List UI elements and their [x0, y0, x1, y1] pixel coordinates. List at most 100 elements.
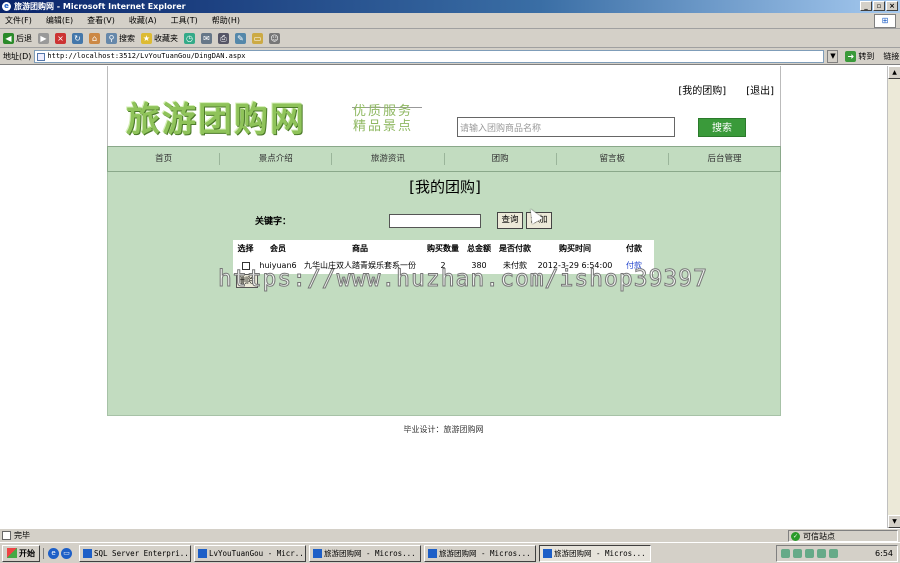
system-tray: 6:54 [776, 545, 898, 562]
menu-bar: 文件(F) 编辑(E) 查看(V) 收藏(A) 工具(T) 帮助(H) ⊞ [0, 13, 900, 29]
address-dropdown-icon[interactable]: ▼ [827, 49, 839, 63]
slogan-line-2: 精品景点 [353, 119, 414, 134]
tray-ime-icon[interactable] [805, 549, 814, 558]
site-header: [我的团购] [退出] 旅游团购网 优质服务 精品景点 请输入团购商品名称 搜索 [107, 66, 781, 146]
browser-toolbar: ◀ 后退 ▶ × ↻ ⌂ ⚲ 搜索 ★ 收藏夹 ◷ ✉ ⎙ ✎ ▭ ☺ [0, 29, 900, 48]
nav-travel-news[interactable]: 旅游资讯 [332, 153, 445, 165]
col-goods: 商品 [352, 244, 368, 253]
task-sql-server[interactable]: SQL Server Enterpri... [79, 544, 191, 562]
ie-icon [428, 548, 437, 558]
col-time: 购买时间 [559, 244, 591, 253]
logout-link[interactable]: [退出] [746, 82, 774, 97]
nav-home[interactable]: 首页 [108, 153, 221, 165]
tray-network-icon[interactable] [781, 549, 790, 558]
history-icon[interactable]: ◷ [184, 32, 195, 44]
messenger-icon[interactable]: ☺ [269, 32, 280, 44]
menu-view[interactable]: 查看(V) [87, 15, 115, 26]
favorites-button[interactable]: ★ 收藏夹 [141, 32, 178, 44]
address-label: 地址(D) [3, 51, 32, 61]
menu-help[interactable]: 帮助(H) [212, 15, 240, 26]
go-arrow-icon: ➜ [845, 50, 857, 62]
forward-button[interactable]: ▶ [38, 32, 49, 44]
search-label: 搜索 [119, 33, 135, 43]
col-select: 选择 [237, 244, 254, 253]
site-slogan: 优质服务 精品景点 [353, 104, 413, 134]
product-search-input[interactable]: 请输入团购商品名称 [457, 117, 675, 137]
site-logo: 旅游团购网 [126, 100, 306, 140]
minimize-button[interactable]: _ [860, 1, 872, 11]
tray-update-icon[interactable] [829, 549, 838, 558]
page-status-icon [2, 531, 11, 540]
folder-icon[interactable]: ▭ [252, 32, 263, 44]
task-ie-3[interactable]: 旅游团购网 - Micros... [539, 544, 651, 562]
task-ie-1[interactable]: 旅游团购网 - Micros... [309, 544, 421, 562]
windows-taskbar: 开始 e ▭ SQL Server Enterpri... LvYouTuanG… [0, 542, 900, 563]
col-amount: 总金额 [467, 244, 491, 253]
page-container: [我的团购] [退出] 旅游团购网 优质服务 精品景点 请输入团购商品名称 搜索… [107, 66, 781, 416]
task-lvyoutuangou[interactable]: LvYouTuanGou - Micr... [194, 544, 306, 562]
go-label: 转到 [858, 51, 875, 61]
window-controls: _ ▫ × [860, 1, 898, 11]
ie-icon [313, 548, 322, 558]
ie-quicklaunch-icon[interactable]: e [48, 547, 59, 559]
mail-icon[interactable]: ✉ [201, 32, 212, 44]
visual-studio-icon [198, 548, 207, 558]
status-bar: 完毕 ✓ 可信站点 [0, 528, 900, 542]
windows-flag-icon: ⊞ [874, 14, 896, 28]
search-button[interactable]: ⚲ 搜索 [106, 32, 135, 44]
scroll-down-icon[interactable]: ▼ [888, 515, 900, 528]
table-header: 选择 会员 商品 购买数量 总金额 是否付款 购买时间 付款 [233, 240, 654, 257]
task-ie-2[interactable]: 旅游团购网 - Micros... [424, 544, 536, 562]
home-icon[interactable]: ⌂ [89, 32, 100, 44]
scroll-up-icon[interactable]: ▲ [888, 66, 900, 79]
desktop-quicklaunch-icon[interactable]: ▭ [61, 547, 72, 559]
clock: 6:54 [875, 549, 893, 558]
go-button[interactable]: ➜ 转到 [845, 50, 875, 62]
nav-admin[interactable]: 后台管理 [669, 153, 780, 165]
print-icon[interactable]: ⎙ [218, 32, 229, 44]
stop-icon[interactable]: × [55, 32, 66, 44]
vertical-scrollbar[interactable]: ▲ ▼ [887, 66, 900, 528]
task-label: 旅游团购网 - Micros... [324, 548, 416, 558]
back-button[interactable]: ◀ 后退 [3, 32, 32, 44]
orders-content: [我的团购] 关键字： 查询 添加 选择 会员 商品 购买数量 总金额 是否付款… [107, 172, 781, 416]
tray-volume-icon[interactable] [793, 549, 802, 558]
task-label: SQL Server Enterpri... [94, 548, 191, 558]
menu-tools[interactable]: 工具(T) [171, 15, 198, 26]
edit-icon[interactable]: ✎ [235, 32, 246, 44]
address-input[interactable]: http://localhost:3512/LvYouTuanGou/DingD… [34, 49, 825, 63]
page-title: [我的团购] [409, 178, 481, 196]
check-icon: ✓ [791, 531, 800, 541]
task-label: LvYouTuanGou - Micr... [209, 548, 306, 558]
back-arrow-icon: ◀ [3, 32, 14, 44]
address-bar: 地址(D) http://localhost:3512/LvYouTuanGou… [0, 48, 900, 65]
keyword-label: 关键字： [255, 217, 292, 227]
start-button[interactable]: 开始 [2, 544, 40, 562]
nav-attractions[interactable]: 景点介绍 [220, 153, 333, 165]
my-group-link[interactable]: [我的团购] [678, 82, 726, 97]
nav-group-buy[interactable]: 团购 [445, 153, 557, 165]
search-icon: ⚲ [106, 32, 117, 44]
menu-edit[interactable]: 编辑(E) [46, 15, 73, 26]
links-button[interactable]: 链接 [883, 51, 899, 62]
address-url: http://localhost:3512/LvYouTuanGou/DingD… [47, 51, 246, 60]
col-quantity: 购买数量 [427, 244, 459, 253]
zone-label: 可信站点 [803, 531, 835, 541]
tray-security-icon[interactable] [817, 549, 826, 558]
ie-icon [543, 548, 552, 558]
slogan-line-1: 优质服务 [353, 104, 414, 119]
sql-server-icon [83, 548, 92, 558]
menu-favorites[interactable]: 收藏(A) [129, 15, 157, 26]
nav-message-board[interactable]: 留言板 [557, 153, 669, 165]
security-zone: ✓ 可信站点 [788, 530, 898, 542]
keyword-input[interactable] [389, 214, 481, 228]
query-button[interactable]: 查询 [497, 212, 523, 229]
product-search-button[interactable]: 搜索 [698, 118, 746, 137]
windows-logo-icon [7, 548, 17, 558]
forward-arrow-icon: ▶ [38, 32, 49, 44]
col-member: 会员 [270, 244, 286, 253]
refresh-icon[interactable]: ↻ [72, 32, 83, 44]
menu-file[interactable]: 文件(F) [5, 15, 32, 26]
close-button[interactable]: × [886, 1, 898, 11]
maximize-button[interactable]: ▫ [873, 1, 885, 11]
